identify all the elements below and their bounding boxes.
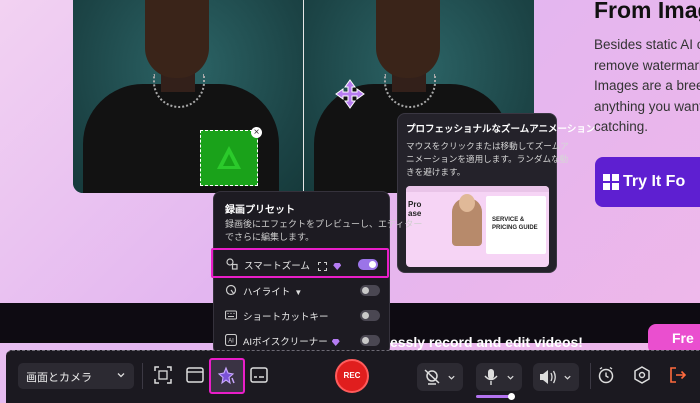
recorder-toolbar: 画面とカメラ REC [6, 350, 700, 403]
exit-icon[interactable] [668, 365, 688, 385]
chevron-down-icon[interactable]: ▼ [294, 288, 302, 297]
capture-mode-select[interactable]: 画面とカメラ [18, 363, 134, 389]
chevron-down-icon [117, 373, 125, 378]
windows-icon [603, 174, 619, 190]
option-smart-zoom[interactable]: スマートズーム [211, 248, 389, 278]
section-paragraph: Besides static AI o remove watermark Ima… [594, 37, 700, 134]
preview-person [452, 194, 482, 246]
watermark-selection-box[interactable] [200, 130, 258, 186]
ai-voice-cleaner-toggle[interactable] [360, 335, 380, 346]
recording-preset-panel: 録画プリセット 録画後にエフェクトをプレビューし、エディター でさらに編集します… [211, 191, 422, 355]
highlight-icon [225, 284, 237, 296]
section-heading: From Imag [594, 0, 700, 23]
smart-zoom-toggle[interactable] [358, 259, 378, 270]
window-icon[interactable] [185, 365, 205, 385]
premium-gem-icon [333, 262, 342, 270]
caption-icon[interactable] [249, 365, 269, 385]
timer-icon[interactable] [596, 365, 616, 385]
keyboard-icon [225, 310, 237, 320]
chevron-down-icon [564, 375, 571, 380]
chevron-down-icon [448, 375, 455, 380]
shortcut-keys-toggle[interactable] [360, 310, 380, 321]
preview-left-text: Pro ase [408, 200, 422, 218]
premium-gem-icon [331, 338, 340, 346]
ai-voice-icon: AI [225, 334, 237, 346]
tooltip-title: プロフェッショナルなズームアニメーション [406, 124, 596, 135]
close-icon[interactable]: × [251, 127, 262, 138]
svg-text:AI: AI [228, 339, 234, 345]
panel-title: 録画プリセット [225, 205, 295, 216]
microphone-icon [484, 369, 498, 385]
highlight-toggle[interactable] [360, 285, 380, 296]
chevron-down-icon [507, 375, 514, 380]
camera-off-icon [424, 369, 440, 385]
option-shortcut-keys[interactable]: ショートカットキー [214, 303, 391, 329]
panel-description: 録画後にエフェクトをプレビューし、エディター でさらに編集します。 [225, 219, 423, 242]
microphone-select[interactable] [476, 363, 522, 391]
zoom-animation-tooltip: プロフェッショナルなズームアニメーション マウスをクリックまたは移動してズームア… [397, 113, 596, 273]
tooltip-preview-image: Pro ase SERVICE & PRICING GUIDE [406, 186, 549, 267]
watermark-logo-icon [217, 146, 241, 169]
tooltip-description: マウスをクリックまたは移動してズームア ニメーションを適用します。ランダムな動 … [406, 141, 569, 177]
effects-preset-icon [217, 366, 235, 385]
zoom-frame-icon [317, 261, 327, 271]
smart-zoom-icon [226, 258, 238, 270]
preview-card: SERVICE & PRICING GUIDE [486, 196, 546, 254]
settings-icon[interactable] [632, 365, 652, 385]
region-select-icon[interactable] [153, 365, 173, 385]
microphone-volume-slider[interactable] [476, 393, 515, 400]
option-highlight[interactable]: ハイライト ▼ [214, 278, 391, 304]
record-button[interactable]: REC [335, 359, 369, 393]
effects-preset-button[interactable] [209, 358, 245, 394]
banner-text: essly record and edit videos! [390, 334, 583, 350]
speaker-select[interactable] [533, 363, 579, 391]
try-it-free-button[interactable]: Try It Fo [595, 157, 700, 207]
speaker-icon [540, 370, 556, 384]
photo-before [73, 0, 303, 193]
move-arrows-icon[interactable] [335, 79, 365, 109]
camera-select[interactable] [417, 363, 463, 391]
